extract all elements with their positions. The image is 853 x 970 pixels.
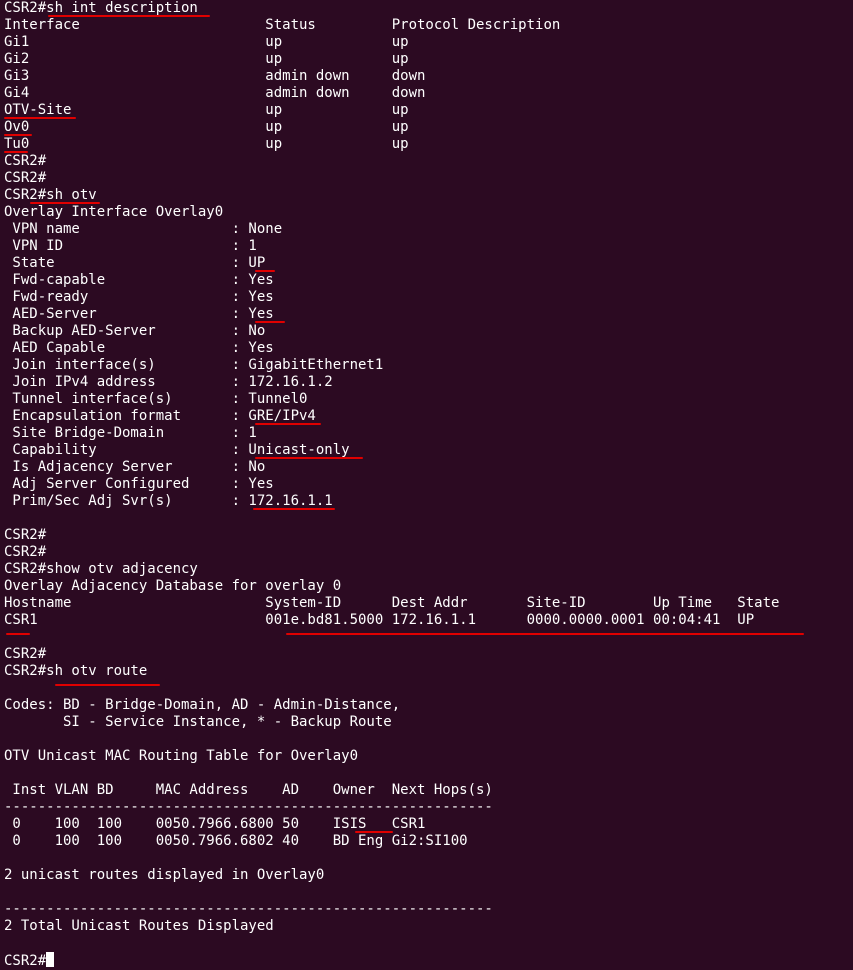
terminal-line: AED Capable : Yes xyxy=(4,340,274,356)
terminal-line: 2 unicast routes displayed in Overlay0 xyxy=(4,867,325,883)
terminal-line: Join interface(s) : GigabitEthernet1 xyxy=(4,357,384,373)
annotation-underline xyxy=(255,457,363,459)
terminal-line: Tunnel interface(s) : Tunnel0 xyxy=(4,391,308,407)
terminal-line: Site Bridge-Domain : 1 xyxy=(4,425,257,441)
terminal-line: CSR2# xyxy=(4,153,47,169)
terminal-line: CSR2# xyxy=(4,544,47,560)
terminal-line: 0 100 100 0050.7966.6800 50 ISIS CSR1 xyxy=(4,816,426,832)
annotation-underline xyxy=(30,202,100,204)
terminal-line: CSR2# xyxy=(4,170,47,186)
terminal-line: CSR1 001e.bd81.5000 172.16.1.1 0000.0000… xyxy=(4,612,755,628)
terminal-line: Ov0 up up xyxy=(4,119,409,135)
terminal-line: State : UP xyxy=(4,255,266,271)
terminal-line: VPN name : None xyxy=(4,221,283,237)
terminal-window[interactable]: CSR2#sh int description Interface Status… xyxy=(0,0,853,969)
terminal-line: Hostname System-ID Dest Addr Site-ID Up … xyxy=(4,595,780,611)
terminal-line: Codes: BD - Bridge-Domain, AD - Admin-Di… xyxy=(4,697,401,713)
annotation-underline xyxy=(6,633,30,635)
annotation-underline xyxy=(255,423,321,425)
terminal-line: VPN ID : 1 xyxy=(4,238,257,254)
annotation-underline xyxy=(4,117,76,119)
annotation-underline xyxy=(4,134,32,136)
terminal-line: Interface Status Protocol Description xyxy=(4,17,561,33)
terminal-line: Inst VLAN BD MAC Address AD Owner Next H… xyxy=(4,782,493,798)
terminal-line: 0 100 100 0050.7966.6802 40 BD Eng Gi2:S… xyxy=(4,833,468,849)
terminal-line: Fwd-ready : Yes xyxy=(4,289,274,305)
terminal-line: Gi4 admin down down xyxy=(4,85,426,101)
terminal-prompt-line[interactable]: CSR2# xyxy=(4,952,853,969)
terminal-line: Tu0 up up xyxy=(4,136,409,152)
terminal-line: CSR2#show otv adjacency xyxy=(4,561,198,577)
terminal-line: CSR2# xyxy=(4,527,47,543)
annotation-underline xyxy=(253,508,335,510)
terminal-line: Join IPv4 address : 172.16.1.2 xyxy=(4,374,333,390)
terminal-line: OTV Unicast MAC Routing Table for Overla… xyxy=(4,748,359,764)
terminal-line: CSR2#sh otv route xyxy=(4,663,148,679)
terminal-line: OTV-Site up up xyxy=(4,102,409,118)
terminal-line: CSR2# xyxy=(4,646,47,662)
terminal-line: ----------------------------------------… xyxy=(4,799,493,815)
terminal-line: Gi2 up up xyxy=(4,51,409,67)
annotation-underline xyxy=(355,831,393,833)
annotation-underline xyxy=(4,151,28,153)
terminal-line: Fwd-capable : Yes xyxy=(4,272,274,288)
terminal-line: CSR2#sh otv xyxy=(4,187,97,203)
annotation-underline xyxy=(255,321,285,323)
terminal-line: Adj Server Configured : Yes xyxy=(4,476,274,492)
annotation-underline xyxy=(255,270,275,272)
terminal-line: AED-Server : Yes xyxy=(4,306,274,322)
terminal-line: Overlay Interface Overlay0 xyxy=(4,204,224,220)
terminal-line: Capability : Unicast-only xyxy=(4,442,350,458)
terminal-line: 2 Total Unicast Routes Displayed xyxy=(4,918,274,934)
terminal-line: Prim/Sec Adj Svr(s) : 172.16.1.1 xyxy=(4,493,333,509)
terminal-line: ----------------------------------------… xyxy=(4,901,493,917)
terminal-line: Encapsulation format : GRE/IPv4 xyxy=(4,408,316,424)
terminal-line: Is Adjacency Server : No xyxy=(4,459,266,475)
annotation-underline xyxy=(286,633,804,635)
prompt-text: CSR2# xyxy=(4,953,47,969)
cursor-block xyxy=(46,952,55,967)
terminal-line: Overlay Adjacency Database for overlay 0 xyxy=(4,578,342,594)
terminal-line: Backup AED-Server : No xyxy=(4,323,266,339)
terminal-line: SI - Service Instance, * - Backup Route xyxy=(4,714,392,730)
annotation-underline xyxy=(48,15,210,17)
terminal-line: Gi1 up up xyxy=(4,34,409,50)
annotation-underline xyxy=(55,684,160,686)
terminal-line: Gi3 admin down down xyxy=(4,68,426,84)
